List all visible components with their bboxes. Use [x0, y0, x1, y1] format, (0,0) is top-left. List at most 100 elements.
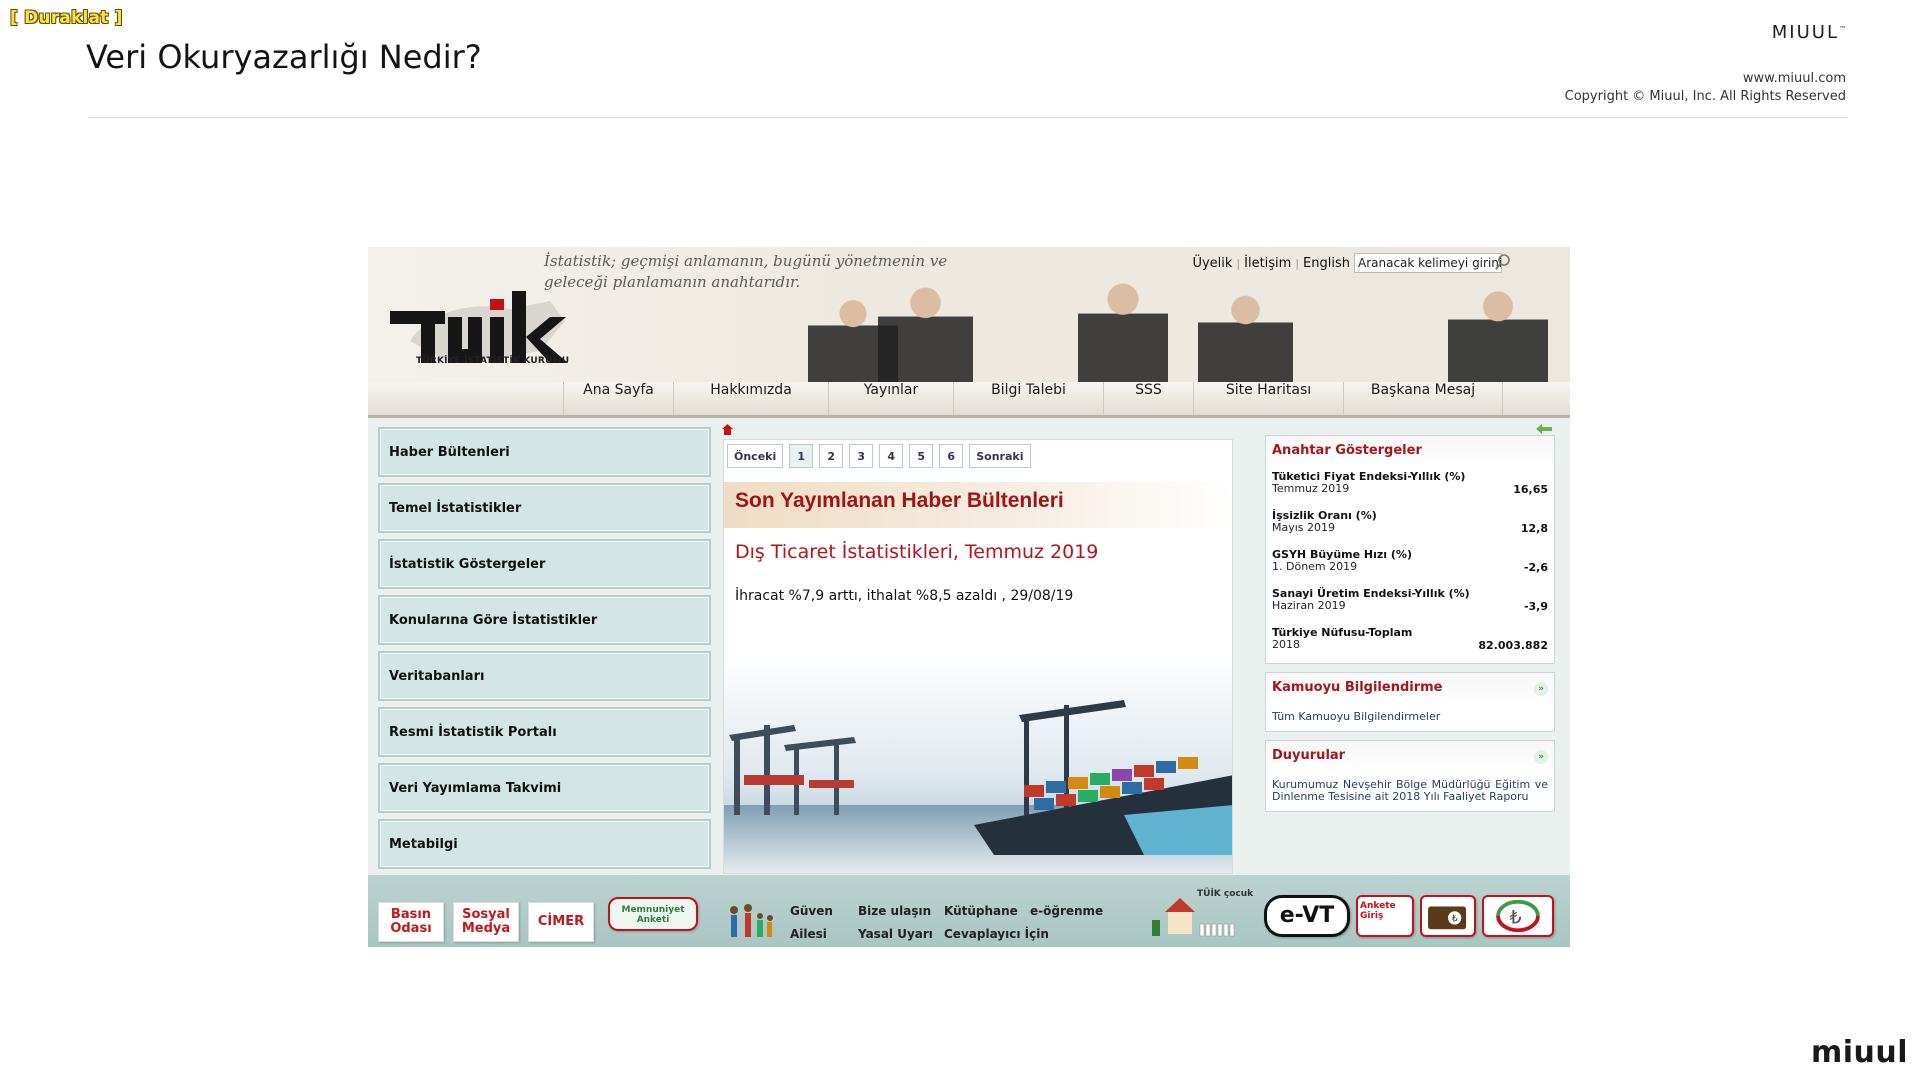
- indicator-period: Mayıs 2019: [1272, 521, 1336, 534]
- more-arrow-icon[interactable]: »: [1534, 682, 1548, 696]
- top-link-contact[interactable]: İletişim: [1244, 256, 1291, 271]
- banner-photo-person: [1198, 282, 1293, 382]
- news-summary: İhracat %7,9 arttı, ithalat %8,5 azaldı …: [735, 588, 1074, 604]
- footer-links-trust: Güven Ailesi: [790, 900, 833, 946]
- pager-page[interactable]: 4: [879, 444, 904, 468]
- right-column: Anahtar Göstergeler Tüketici Fiyat Endek…: [1265, 435, 1555, 820]
- top-link-membership[interactable]: Üyelik: [1192, 256, 1232, 271]
- menu-item-official-statistics-portal[interactable]: Resmi İstatistik Portalı: [378, 707, 711, 757]
- evt-button[interactable]: e-VT: [1264, 895, 1350, 937]
- nav-home[interactable]: Ana Sayfa: [563, 382, 673, 415]
- public-info-link[interactable]: Tüm Kamuoyu Bilgilendirmeler: [1266, 705, 1554, 731]
- footer-link-family[interactable]: Ailesi: [790, 923, 833, 946]
- nav-site-map[interactable]: Site Haritası: [1193, 382, 1343, 415]
- menu-item-statistics-by-topic[interactable]: Konularına Göre İstatistikler: [378, 595, 711, 645]
- top-link-english[interactable]: English: [1303, 256, 1350, 271]
- indicator-row[interactable]: GSYH Büyüme Hızı (%) 1. Dönem 2019 -2,6: [1266, 546, 1554, 585]
- menu-item-databases[interactable]: Veritabanları: [378, 651, 711, 701]
- pager-page[interactable]: 3: [849, 444, 874, 468]
- announcement-link[interactable]: Kurumumuz Nevşehir Bölge Müdürlüğü Eğiti…: [1266, 773, 1554, 811]
- footer-link-elearning[interactable]: e-öğrenme: [1030, 900, 1103, 923]
- home-icon[interactable]: [722, 424, 733, 435]
- public-info-title-text: Kamuoyu Bilgilendirme: [1272, 680, 1443, 695]
- family-icon[interactable]: [726, 899, 776, 941]
- site-banner: TÜRKİYE İSTATİSTİK KURUMU İstatistik; ge…: [368, 247, 1570, 382]
- wallet-icon[interactable]: ₺: [1420, 895, 1476, 937]
- indicator-row[interactable]: İşsizlik Oranı (%) Mayıs 2019 12,8: [1266, 507, 1554, 546]
- footer-link-respondents[interactable]: Cevaplayıcı İçin: [944, 923, 1049, 946]
- slide: [ Duraklat ] Veri Okuryazarlığı Nedir? M…: [0, 0, 1920, 1080]
- main-nav: Ana Sayfa Hakkımızda Yayınlar Bilgi Tale…: [368, 382, 1570, 418]
- indicator-value: 82.003.882: [1478, 639, 1548, 652]
- pause-button[interactable]: [ Duraklat ]: [10, 8, 123, 28]
- footer-link-legal[interactable]: Yasal Uyarı: [858, 923, 933, 946]
- banner-photo-person: [1448, 277, 1548, 382]
- nav-message-to-president[interactable]: Başkana Mesaj: [1343, 382, 1503, 415]
- nav-information-request[interactable]: Bilgi Talebi: [953, 382, 1103, 415]
- left-menu: Haber Bültenleri Temel İstatistikler İst…: [378, 427, 711, 875]
- footer-bar: Basın Odası Sosyal Medya CİMER Memnuniye…: [368, 875, 1570, 947]
- indicator-row[interactable]: Tüketici Fiyat Endeksi-Yıllık (%) Temmuz…: [1266, 468, 1554, 507]
- brand-wordmark: MIUUL™: [1772, 22, 1846, 43]
- link-separator: |: [1236, 256, 1241, 270]
- survey-login-label: Ankete Giriş: [1360, 901, 1396, 921]
- news-section-heading: Son Yayımlanan Haber Bültenleri: [724, 482, 1232, 528]
- indicator-period: Temmuz 2019: [1272, 482, 1350, 495]
- indicator-row[interactable]: Sanayi Üretim Endeksi-Yıllık (%) Haziran…: [1266, 585, 1554, 624]
- svg-text:₺: ₺: [1452, 914, 1458, 925]
- footer-links-contact: Bize ulaşın Yasal Uyarı: [858, 900, 933, 946]
- announcements-title-text: Duyurular: [1272, 748, 1346, 763]
- pager-page[interactable]: 2: [819, 444, 844, 468]
- news-title-link[interactable]: Dış Ticaret İstatistikleri, Temmuz 2019: [735, 541, 1098, 563]
- indicator-period: 1. Dönem 2019: [1272, 560, 1358, 573]
- menu-item-release-calendar[interactable]: Veri Yayımlama Takvimi: [378, 763, 711, 813]
- public-info-panel: Kamuoyu Bilgilendirme » Tüm Kamuoyu Bilgi…: [1265, 672, 1555, 732]
- pager-next[interactable]: Sonraki: [969, 444, 1031, 468]
- turkish-lira-icon[interactable]: ₺: [1482, 895, 1554, 937]
- banner-photo-person: [878, 272, 973, 382]
- announcements-title[interactable]: Duyurular »: [1266, 741, 1554, 773]
- public-info-title[interactable]: Kamuoyu Bilgilendirme »: [1266, 673, 1554, 705]
- pager-page[interactable]: 6: [939, 444, 964, 468]
- search-input[interactable]: Aranacak kelimeyi girini: [1354, 253, 1502, 273]
- evt-label: e-VT: [1279, 903, 1335, 928]
- satisfaction-survey-button[interactable]: Memnuniyet Anketi: [608, 897, 698, 931]
- key-indicators-panel: Anahtar Göstergeler Tüketici Fiyat Endek…: [1265, 435, 1555, 664]
- nav-publications[interactable]: Yayınlar: [828, 382, 953, 415]
- menu-item-news-bulletins[interactable]: Haber Bültenleri: [378, 427, 711, 477]
- link-separator: |: [1295, 256, 1300, 270]
- cimer-button[interactable]: CİMER: [528, 902, 594, 942]
- tuik-website-screenshot: TÜRKİYE İSTATİSTİK KURUMU İstatistik; ge…: [368, 247, 1570, 947]
- press-room-button[interactable]: Basın Odası: [378, 902, 444, 942]
- tuik-logo-subtitle: TÜRKİYE İSTATİSTİK KURUMU: [416, 356, 570, 366]
- indicator-name: Türkiye Nüfusu-Toplam: [1272, 626, 1413, 639]
- brand-url: www.miuul.com: [1742, 71, 1846, 86]
- brand-trademark: ™: [1839, 25, 1846, 33]
- announcements-panel: Duyurular » Kurumumuz Nevşehir Bölge Müdü…: [1265, 740, 1555, 812]
- nav-faq[interactable]: SSS: [1103, 382, 1193, 415]
- pager-page[interactable]: 1: [789, 444, 814, 468]
- footer-link-trust[interactable]: Güven: [790, 900, 833, 923]
- social-media-button[interactable]: Sosyal Medya: [453, 902, 519, 942]
- nav-about[interactable]: Hakkımızda: [673, 382, 828, 415]
- menu-item-metadata[interactable]: Metabilgi: [378, 819, 711, 869]
- pager-page[interactable]: 5: [909, 444, 934, 468]
- footer-link-contact[interactable]: Bize ulaşın: [858, 900, 933, 923]
- cargo-port-photo[interactable]: [724, 655, 1233, 874]
- indicator-value: -3,9: [1523, 600, 1548, 613]
- survey-login-button[interactable]: Ankete Giriş: [1356, 895, 1414, 937]
- more-arrow-icon[interactable]: »: [1534, 750, 1548, 764]
- tuik-cocuk-label: TÜİK çocuk: [1197, 889, 1254, 899]
- copyright-text: Copyright © Miuul, Inc. All Rights Reser…: [1564, 89, 1846, 104]
- banner-photo-person: [1078, 267, 1168, 382]
- menu-item-statistical-indicators[interactable]: İstatistik Göstergeler: [378, 539, 711, 589]
- indicator-value: 16,65: [1513, 483, 1548, 496]
- pagination: Önceki 1 2 3 4 5 6 Sonraki: [727, 444, 1031, 468]
- menu-item-basic-statistics[interactable]: Temel İstatistikler: [378, 483, 711, 533]
- brand-name: MIUUL: [1771, 22, 1839, 43]
- back-arrow-icon[interactable]: [1536, 424, 1552, 434]
- key-indicators-title: Anahtar Göstergeler: [1266, 436, 1554, 468]
- pager-previous[interactable]: Önceki: [727, 444, 784, 468]
- search-icon[interactable]: [1494, 253, 1512, 271]
- indicator-row[interactable]: Türkiye Nüfusu-Toplam 2018 82.003.882: [1266, 624, 1554, 663]
